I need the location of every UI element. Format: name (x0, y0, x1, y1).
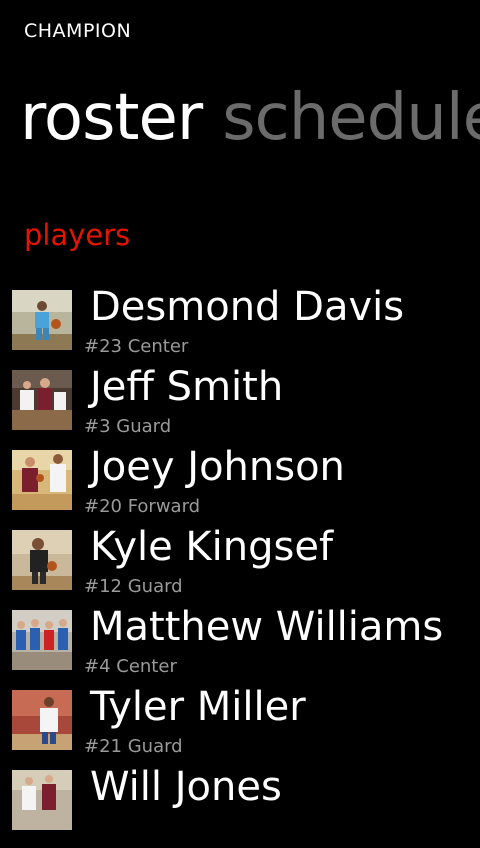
player-name: Joey Johnson (90, 444, 345, 490)
player-name: Desmond Davis (90, 284, 405, 330)
player-photo (12, 530, 72, 590)
player-detail: #23 Center (84, 336, 189, 357)
player-row[interactable]: Matthew Williams #4 Center (0, 604, 480, 688)
players-list: Desmond Davis #23 Center Jeff Smith #3 G… (0, 284, 480, 848)
player-photo (12, 370, 72, 430)
player-row[interactable]: Will Jones (0, 764, 480, 848)
player-detail: #21 Guard (84, 736, 183, 757)
player-name: Matthew Williams (90, 604, 444, 650)
player-row[interactable]: Jeff Smith #3 Guard (0, 364, 480, 448)
player-photo (12, 690, 72, 750)
player-detail: #3 Guard (84, 416, 172, 437)
player-name: Kyle Kingsef (90, 524, 334, 570)
player-photo (12, 770, 72, 830)
player-photo (12, 610, 72, 670)
tab-schedule[interactable]: schedule (222, 81, 480, 155)
player-name: Will Jones (90, 764, 282, 810)
app-title: CHAMPION (24, 20, 132, 42)
player-name: Tyler Miller (90, 684, 306, 730)
section-title-players: players (24, 218, 131, 252)
player-detail: #4 Center (84, 656, 177, 677)
tab-roster[interactable]: roster (20, 81, 203, 155)
player-photo (12, 450, 72, 510)
player-detail: #12 Guard (84, 576, 183, 597)
player-row[interactable]: Kyle Kingsef #12 Guard (0, 524, 480, 608)
player-photo (12, 290, 72, 350)
player-row[interactable]: Joey Johnson #20 Forward (0, 444, 480, 528)
pivot-header: roster schedule (20, 78, 480, 158)
player-row[interactable]: Desmond Davis #23 Center (0, 284, 480, 368)
player-detail: #20 Forward (84, 496, 201, 517)
player-name: Jeff Smith (90, 364, 284, 410)
player-row[interactable]: Tyler Miller #21 Guard (0, 684, 480, 768)
